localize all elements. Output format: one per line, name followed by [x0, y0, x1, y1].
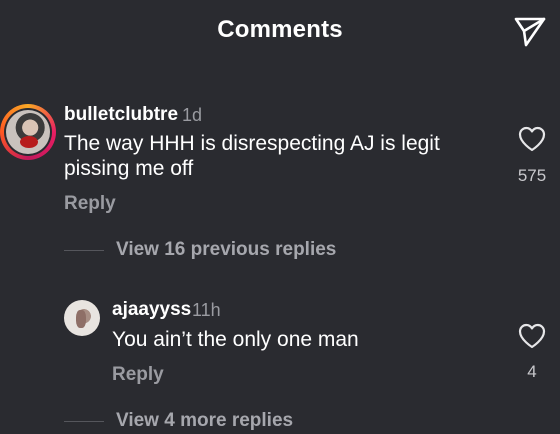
reply-timestamp: 11h [192, 300, 221, 320]
avatar[interactable] [64, 300, 100, 336]
heart-outline-icon [518, 126, 546, 152]
like-button[interactable] [518, 323, 546, 349]
view-more-replies[interactable]: View 4 more replies [64, 410, 293, 432]
reply-username[interactable]: ajaayyss [112, 299, 191, 321]
story-avatar[interactable] [0, 104, 56, 160]
comment-timestamp: 1d [182, 105, 203, 125]
reply-button[interactable]: Reply [112, 364, 164, 386]
page-title: Comments [217, 16, 343, 43]
comments-header: Comments [0, 0, 560, 64]
view-previous-replies[interactable]: View 16 previous replies [64, 239, 336, 261]
thread-divider [64, 249, 104, 251]
avatar [6, 110, 50, 154]
view-more-replies-label: View 4 more replies [116, 410, 294, 431]
comment-username[interactable]: bulletclubtre [64, 104, 178, 126]
like-count: 575 [517, 166, 547, 185]
share-button[interactable] [512, 14, 548, 50]
heart-outline-icon [518, 323, 546, 349]
send-icon [514, 17, 546, 47]
comment-text-line-1: The way HHH is disrespecting AJ is legit [64, 132, 440, 155]
reply-button[interactable]: Reply [64, 193, 116, 215]
comment-text-line-2: pissing me off [64, 157, 194, 180]
view-previous-replies-label: View 16 previous replies [116, 239, 337, 260]
thread-divider [64, 420, 104, 422]
like-button[interactable] [518, 126, 546, 152]
reply-text: You ain’t the only one man [112, 328, 359, 351]
like-count: 4 [527, 362, 537, 381]
